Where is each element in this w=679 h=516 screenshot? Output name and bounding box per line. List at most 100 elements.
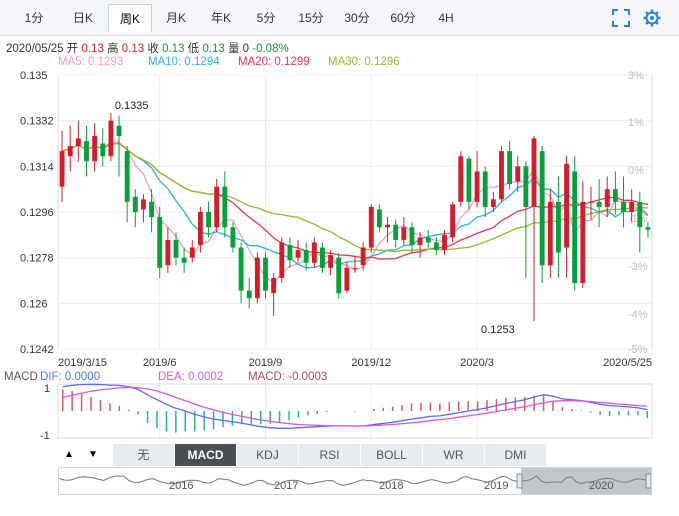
navigator-year-label: 2020 <box>589 480 613 492</box>
candle-body <box>140 199 146 210</box>
candle-body <box>84 140 89 162</box>
candle-body <box>547 201 553 266</box>
ma5-line <box>61 141 649 284</box>
ma10-line <box>61 142 649 269</box>
candle-body <box>238 247 244 291</box>
candle-body <box>433 242 439 251</box>
info-high-label: 高 <box>107 43 119 55</box>
pct-tick-label: -1% <box>628 213 648 225</box>
candle-body <box>108 120 114 157</box>
navigator-year-label: 2016 <box>169 480 193 492</box>
navigator-year-label: 2019 <box>484 480 508 492</box>
indicator-button-boll[interactable]: BOLL <box>360 444 422 466</box>
candle-body <box>417 237 423 245</box>
candle-body <box>539 151 545 266</box>
info-volume-label: 量 <box>227 43 240 55</box>
candle-body <box>580 201 586 284</box>
candle-body <box>393 224 399 240</box>
info-change: -0.08% <box>252 43 289 55</box>
y-tick-label: 0.1296 <box>20 207 54 219</box>
candle-body <box>555 201 561 253</box>
pct-tick-label: 3% <box>628 70 644 82</box>
candle-body <box>515 166 521 182</box>
candle-body <box>425 237 431 243</box>
candle-body <box>263 257 268 291</box>
candle-body <box>206 212 211 228</box>
candle-body <box>564 163 570 248</box>
info-date: 2020/05/25 <box>6 43 64 55</box>
ma-legend-2: MA20: 0.1299 <box>238 56 310 68</box>
tab-0[interactable]: 1分 <box>14 4 54 32</box>
candle-body <box>523 166 529 207</box>
candle-body <box>604 189 610 207</box>
candle-body <box>629 201 635 212</box>
tab-2[interactable]: 周K <box>108 4 152 32</box>
candle-body <box>149 201 155 218</box>
candle-body <box>482 171 488 207</box>
prev-arrow-button[interactable]: ▲ <box>58 444 80 466</box>
navigator-handle-left <box>516 473 523 489</box>
candle-body <box>100 143 106 157</box>
info-close: 0.13 <box>162 43 185 55</box>
pct-tick-label: -5% <box>628 344 648 356</box>
candle-body <box>311 242 317 263</box>
info-volume: 0 <box>242 43 250 55</box>
candle-body <box>376 209 382 228</box>
navigator-year-label: 2018 <box>379 480 403 492</box>
candle-body <box>246 290 252 299</box>
pct-tick-label: 0% <box>628 165 644 177</box>
candle-body <box>116 125 122 136</box>
indicator-button-无[interactable]: 无 <box>112 444 174 466</box>
candle-body <box>352 267 358 269</box>
tab-4[interactable]: 年K <box>200 4 242 32</box>
tab-8[interactable]: 60分 <box>382 4 424 32</box>
tab-9[interactable]: 4H <box>426 4 466 32</box>
tab-1[interactable]: 日K <box>62 4 104 32</box>
ma-legend-3: MA30: 0.1296 <box>328 56 400 68</box>
candle-body <box>336 257 342 294</box>
tab-7[interactable]: 30分 <box>336 4 378 32</box>
extreme-annotation: 0.1335 <box>115 100 149 112</box>
pct-tick-label: -3% <box>628 261 648 273</box>
info-close-label: 收 <box>147 43 159 55</box>
expand-icon[interactable] <box>612 9 630 27</box>
candle-body <box>499 151 504 200</box>
macd-legend-3: MACD: -0.0003 <box>248 371 327 383</box>
next-arrow-button[interactable]: ▼ <box>82 444 104 466</box>
candle-body <box>409 227 415 245</box>
indicator-button-dmi[interactable]: DMI <box>484 444 546 466</box>
x-tick-label: 2019/3/15 <box>58 357 107 369</box>
candle-body <box>531 138 537 207</box>
y-tick-label: 0.1314 <box>20 161 54 173</box>
candle-body <box>328 255 334 268</box>
navigator-selection <box>521 468 651 494</box>
gear-icon[interactable] <box>643 9 661 27</box>
candle-body <box>596 201 602 207</box>
time-navigator[interactable]: 2016 2017 2018 2019 2020 <box>58 467 652 495</box>
navigator-year-label: 2017 <box>274 480 298 492</box>
x-tick-label: 2019/12 <box>351 357 391 369</box>
indicator-button-macd[interactable]: MACD <box>174 444 236 466</box>
info-open-label: 开 <box>66 43 79 55</box>
tab-3[interactable]: 月K <box>156 4 196 32</box>
candle-body <box>132 196 138 212</box>
candle-body <box>320 247 325 268</box>
tab-5[interactable]: 5分 <box>246 4 286 32</box>
ohlc-info-line: 2020/05/25 开 0.13 高 0.13 收 0.13 低 0.13 量… <box>6 40 289 56</box>
candle-body <box>401 227 407 240</box>
y-tick-label: 0.126 <box>20 298 48 310</box>
ma20-line <box>61 142 648 260</box>
candle-body <box>450 204 456 238</box>
indicator-button-kdj[interactable]: KDJ <box>236 444 298 466</box>
candle-body <box>124 151 130 202</box>
candle-body <box>303 250 309 263</box>
indicator-button-rsi[interactable]: RSI <box>298 444 360 466</box>
x-tick-label: 2020/3 <box>460 357 494 369</box>
pct-tick-label: 1% <box>628 117 644 129</box>
macd-frame <box>57 383 653 439</box>
ma-legend-1: MA10: 0.1294 <box>148 56 220 68</box>
macd-y-tick: -1 <box>40 430 50 442</box>
candle-body <box>173 239 179 258</box>
tab-6[interactable]: 15分 <box>290 4 332 32</box>
indicator-button-wr[interactable]: WR <box>422 444 484 466</box>
